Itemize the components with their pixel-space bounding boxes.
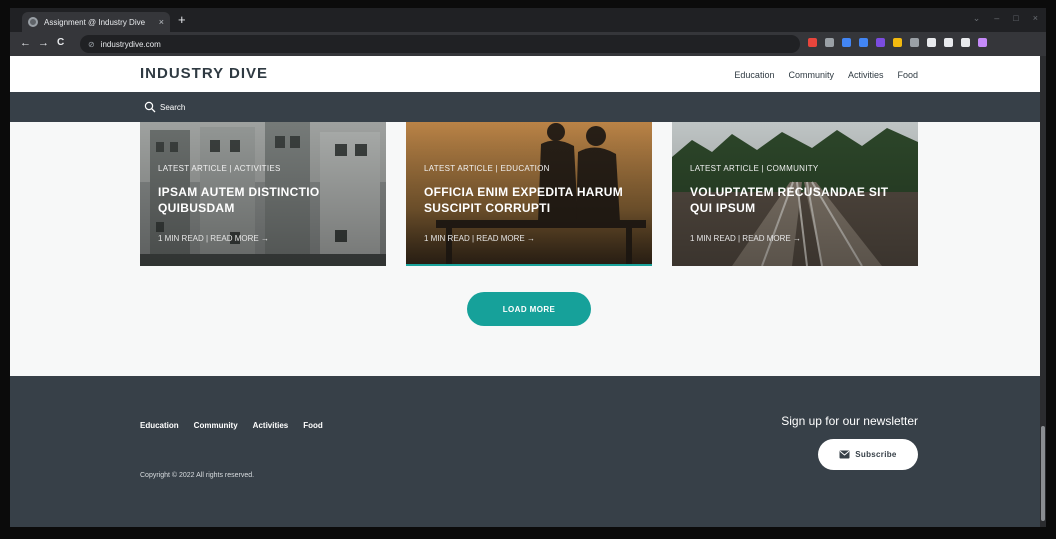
copyright-text: Copyright © 2022 All rights reserved. <box>140 472 255 479</box>
newsletter-title: Sign up for our newsletter <box>781 414 918 428</box>
favicon-icon <box>28 17 38 27</box>
address-bar[interactable]: ⊘ industrydive.com <box>80 35 800 53</box>
new-tab-button[interactable]: + <box>178 13 186 27</box>
main-nav: Education Community Activities Food <box>734 70 918 80</box>
extensions-tray <box>808 38 987 47</box>
footer-nav-community[interactable]: Community <box>194 421 238 430</box>
card-category: LATEST ARTICLE | EDUCATION <box>424 164 550 173</box>
footer-nav-food[interactable]: Food <box>303 421 323 430</box>
card-title[interactable]: VOLUPTATEM RECUSANDAE SIT QUI IPSUM <box>690 184 910 216</box>
site-footer: Education Community Activities Food Copy… <box>10 376 1040 527</box>
nav-activities[interactable]: Activities <box>848 70 884 80</box>
search-icon[interactable] <box>144 101 156 113</box>
nav-community[interactable]: Community <box>788 70 834 80</box>
tab-search-icon[interactable]: ⌄ <box>973 13 981 24</box>
search-input[interactable] <box>160 102 360 112</box>
extension-icon[interactable] <box>910 38 919 47</box>
nav-education[interactable]: Education <box>734 70 774 80</box>
card-read-more[interactable]: 1 MIN READ | READ MORE → <box>690 234 801 243</box>
extension-icon[interactable] <box>808 38 817 47</box>
minimize-icon[interactable]: – <box>994 13 999 24</box>
article-card-1[interactable]: LATEST ARTICLE | ACTIVITIES IPSAM AUTEM … <box>140 122 386 266</box>
url-text: industrydive.com <box>100 39 161 49</box>
window-controls: ⌄ – □ × <box>973 13 1038 24</box>
extension-icon[interactable] <box>876 38 885 47</box>
tab-strip: Assignment @ Industry Dive × + ⌄ – □ × <box>10 8 1046 32</box>
footer-nav-activities[interactable]: Activities <box>253 421 289 430</box>
footer-nav: Education Community Activities Food <box>140 421 323 430</box>
brand-logo[interactable]: INDUSTRY DIVE <box>140 65 268 82</box>
extension-icon[interactable] <box>944 38 953 47</box>
card-category: LATEST ARTICLE | COMMUNITY <box>690 164 819 173</box>
extension-icon[interactable] <box>927 38 936 47</box>
close-window-icon[interactable]: × <box>1033 13 1038 24</box>
browser-toolbar: ← → C ⊘ industrydive.com <box>10 32 1046 56</box>
tab-close-icon[interactable]: × <box>159 17 164 27</box>
load-more-button[interactable]: LOAD MORE <box>467 292 591 326</box>
card-category: LATEST ARTICLE | ACTIVITIES <box>158 164 281 173</box>
extension-icon[interactable] <box>893 38 902 47</box>
subscribe-button[interactable]: Subscribe <box>818 439 918 470</box>
card-read-more[interactable]: 1 MIN READ | READ MORE → <box>424 234 535 243</box>
nav-food[interactable]: Food <box>897 70 918 80</box>
subscribe-label: Subscribe <box>855 450 897 459</box>
extension-icon[interactable] <box>859 38 868 47</box>
card-title[interactable]: IPSAM AUTEM DISTINCTIO QUIBUSDAM <box>158 184 378 216</box>
forward-arrow-icon[interactable]: → <box>38 37 49 49</box>
extension-icon[interactable] <box>978 38 987 47</box>
page-viewport: INDUSTRY DIVE Education Community Activi… <box>10 56 1040 527</box>
search-bar <box>10 92 1040 122</box>
article-card-3[interactable]: LATEST ARTICLE | COMMUNITY VOLUPTATEM RE… <box>672 122 918 266</box>
mail-icon <box>839 450 850 459</box>
card-active-underline <box>406 264 652 266</box>
extension-icon[interactable] <box>825 38 834 47</box>
reload-icon[interactable]: C <box>57 37 64 49</box>
page-scrollbar[interactable] <box>1040 56 1046 527</box>
browser-tab[interactable]: Assignment @ Industry Dive × <box>22 12 170 32</box>
browser-window: Assignment @ Industry Dive × + ⌄ – □ × ←… <box>10 8 1046 527</box>
site-info-icon[interactable]: ⊘ <box>88 40 95 49</box>
article-cards: LATEST ARTICLE | ACTIVITIES IPSAM AUTEM … <box>140 122 918 267</box>
extension-icon[interactable] <box>961 38 970 47</box>
extension-icon[interactable] <box>842 38 851 47</box>
search-group <box>144 101 360 113</box>
scrollbar-thumb[interactable] <box>1041 426 1045 521</box>
maximize-icon[interactable]: □ <box>1013 13 1018 24</box>
card-title[interactable]: OFFICIA ENIM EXPEDITA HARUM SUSCIPIT COR… <box>424 184 644 216</box>
screen: Assignment @ Industry Dive × + ⌄ – □ × ←… <box>0 0 1056 539</box>
tab-title: Assignment @ Industry Dive <box>44 17 146 27</box>
back-arrow-icon[interactable]: ← <box>20 37 31 49</box>
site-header: INDUSTRY DIVE Education Community Activi… <box>10 56 1040 92</box>
article-card-2[interactable]: LATEST ARTICLE | EDUCATION OFFICIA ENIM … <box>406 122 652 266</box>
footer-nav-education[interactable]: Education <box>140 421 179 430</box>
card-read-more[interactable]: 1 MIN READ | READ MORE → <box>158 234 269 243</box>
